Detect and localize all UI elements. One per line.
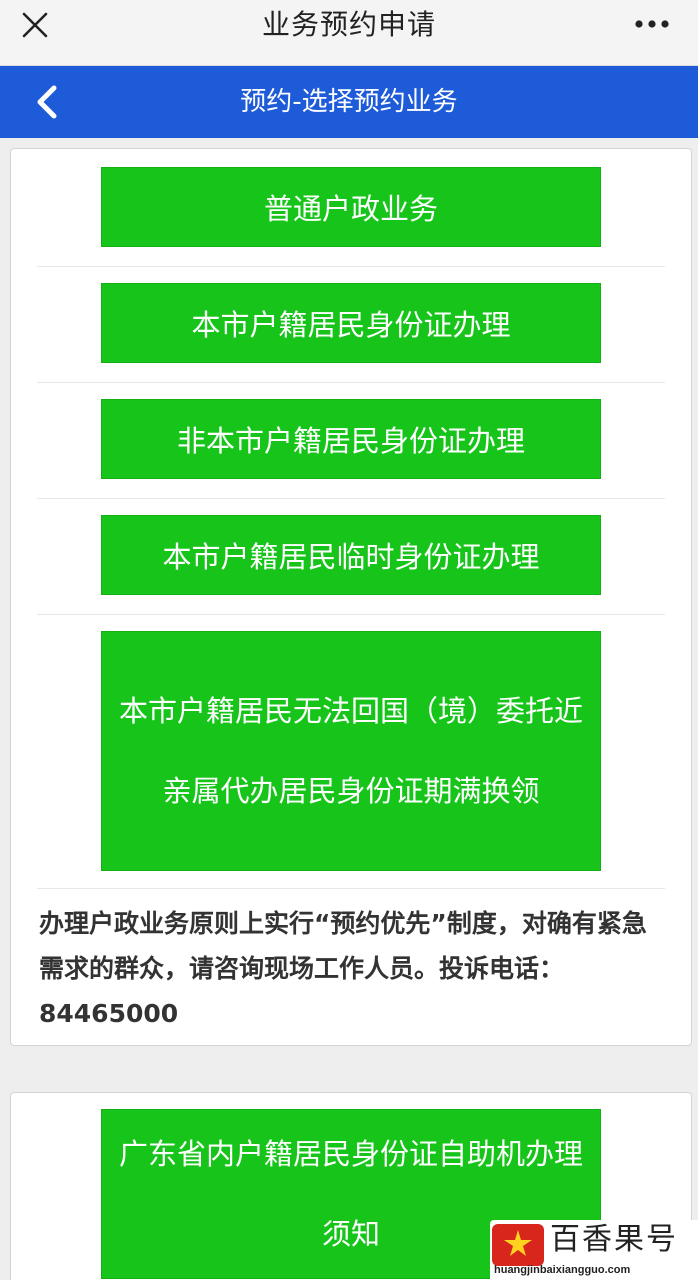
header-title: 预约-选择预约业务 <box>240 87 458 117</box>
service-list-card: 普通户政业务 本市户籍居民身份证办理 非本市户籍居民身份证办理 本市户籍居民临时… <box>10 148 692 1046</box>
page-title: 业务预约申请 <box>261 8 436 41</box>
watermark-domain: huangjinbaixiangguo.com <box>494 1264 631 1276</box>
watermark-logo: 百香果号 huangjinbaixiangguo.com <box>490 1220 698 1280</box>
service-button-local-id-card[interactable]: 本市户籍居民身份证办理 <box>101 283 601 363</box>
service-button-temporary-id-card[interactable]: 本市户籍居民临时身份证办理 <box>101 515 601 595</box>
list-item: 非本市户籍居民身份证办理 <box>37 383 665 499</box>
brand-logo-icon <box>492 1224 544 1266</box>
service-button-general-household[interactable]: 普通户政业务 <box>101 167 601 247</box>
policy-notice: 办理户政业务原则上实行“预约优先”制度，对确有紧急需求的群众，请咨询现场工作人员… <box>39 909 647 1028</box>
service-button-proxy-id-renewal[interactable]: 本市户籍居民无法回国（境）委托近亲属代办居民身份证期满换领 <box>101 631 601 871</box>
more-icon[interactable] <box>634 19 670 29</box>
list-item: 本市户籍居民临时身份证办理 <box>37 499 665 615</box>
list-item: 本市户籍居民无法回国（境）委托近亲属代办居民身份证期满换领 <box>37 615 665 889</box>
list-item: 本市户籍居民身份证办理 <box>37 267 665 383</box>
list-item: 普通户政业务 <box>37 149 665 267</box>
service-button-nonlocal-id-card[interactable]: 非本市户籍居民身份证办理 <box>101 399 601 479</box>
watermark-brand: 百香果号 <box>550 1222 678 1257</box>
webview-title-bar: 业务预约申请 <box>0 0 698 66</box>
nav-header: 预约-选择预约业务 <box>0 66 698 138</box>
